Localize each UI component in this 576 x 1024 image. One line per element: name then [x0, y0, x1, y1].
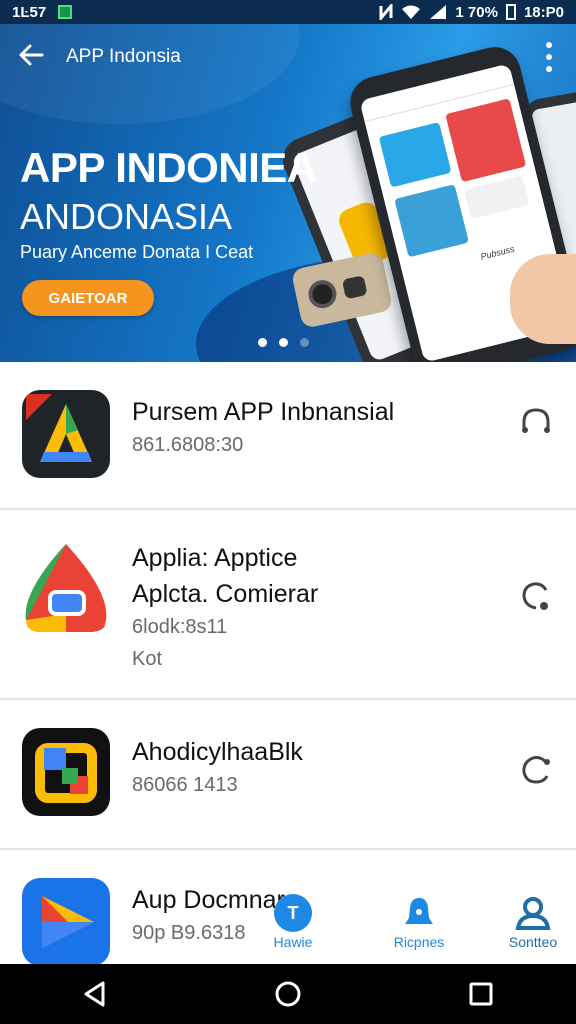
status-icons: 1 70% 18:P0 [379, 4, 564, 21]
app-meta: 86066 1413 [132, 774, 238, 796]
carousel-dot[interactable] [279, 338, 288, 347]
app-logo-play-icon [22, 878, 110, 966]
app-meta: 6lodk:8s11 [132, 616, 228, 638]
triangle-back-icon[interactable] [83, 981, 107, 1007]
carousel-dot[interactable] [258, 338, 267, 347]
app-name: Pursem APP Inbnansial [132, 398, 395, 426]
hero-cta-button[interactable]: GAIETOAR [22, 280, 154, 316]
carousel-dot[interactable] [300, 338, 309, 347]
nfc-icon [379, 4, 393, 20]
more-vertical-icon[interactable] [538, 42, 560, 72]
battery-icon [505, 4, 516, 20]
app-name-line2: Aplcta. Comierar [132, 580, 319, 608]
circle-home-icon[interactable] [274, 980, 302, 1008]
app-bar-title: APP Indonsia [66, 46, 181, 67]
tab-profile[interactable]: Sontteo [504, 894, 562, 950]
tab-label: Hawie [273, 934, 313, 950]
tab-label: Ricpnes [393, 934, 445, 950]
list-item[interactable]: Pursem APP Inbnansial 861.6808:30 [0, 362, 576, 510]
headphones-icon[interactable] [520, 406, 552, 438]
status-time: 1Ŀ57 [12, 3, 47, 21]
hero-banner[interactable]: APP Indonsia Pubsuss APP INDONIEA ANDONA… [0, 24, 576, 362]
tab-label: Sontteo [508, 934, 558, 950]
home-icon: T [274, 894, 312, 932]
profile-icon [514, 894, 552, 932]
arrow-left-icon[interactable] [18, 42, 48, 72]
app-meta: 861.6808:30 [132, 434, 244, 456]
hero-title: APP INDONIEA [20, 144, 317, 191]
hero-subtitle: ANDONASIA [20, 196, 233, 237]
signal-icon [430, 5, 447, 19]
system-nav-bar [0, 964, 576, 1024]
app-logo-drop-icon [22, 544, 110, 632]
tab-home[interactable]: T Hawie [266, 894, 320, 950]
wifi-icon [402, 5, 421, 19]
bell-icon [400, 894, 438, 932]
carousel-indicator[interactable] [258, 338, 309, 347]
app-meta: 90p B9.6318 [132, 922, 246, 944]
status-bar: 1Ŀ57 1 70% 18:P0 [0, 0, 576, 24]
app-name: Applia: Apptice [132, 544, 298, 572]
square-recents-icon[interactable] [469, 982, 493, 1006]
app-meta-line2: Kot [132, 648, 163, 670]
list-item[interactable]: AhodicylhaaBlk 86066 1413 [0, 700, 576, 850]
share-icon[interactable] [520, 580, 552, 612]
app-logo-square-icon [22, 728, 110, 816]
hero-tagline: Puary Anceme Donata I Ceat [20, 242, 254, 262]
battery-percent: 1 70% [455, 3, 498, 21]
app-name: AhodicylhaaBlk [132, 738, 303, 766]
app-name: Aup Docmnar [132, 886, 285, 914]
app-logo-a-icon [22, 390, 110, 478]
tab-notifications[interactable]: Ricpnes [388, 894, 450, 950]
hand-illustration [510, 254, 576, 344]
notification-icon [58, 5, 73, 19]
list-item[interactable]: Applia: Apptice Aplcta. Comierar 6lodk:8… [0, 510, 576, 700]
phone-screen-label: Pubsuss [479, 243, 516, 262]
refresh-icon[interactable] [520, 754, 552, 786]
status-clock-right: 18:P0 [523, 3, 564, 21]
